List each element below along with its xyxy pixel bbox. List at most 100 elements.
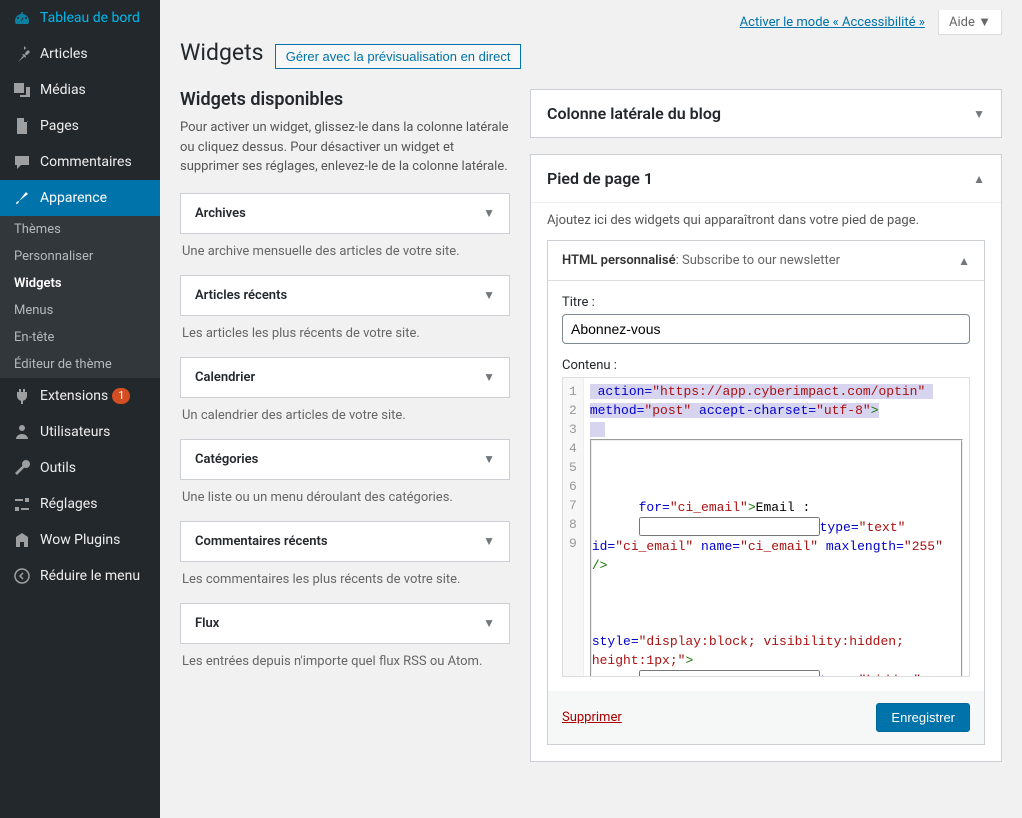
available-widget-desc: Les articles les plus récents de votre s…: [180, 326, 510, 357]
sidebar-item-label: Tableau de bord: [40, 10, 140, 26]
available-widget-name: Commentaires récents: [195, 534, 328, 549]
sidebar-item-label: Extensions: [40, 388, 108, 404]
pages-icon: [12, 116, 32, 136]
chevron-down-icon: ▼: [483, 206, 495, 220]
sidebar-item-comments[interactable]: Commentaires: [0, 144, 160, 180]
content-label: Contenu :: [562, 358, 970, 373]
available-widget-name: Articles récents: [195, 288, 287, 303]
available-widget[interactable]: Calendrier ▼: [180, 357, 510, 398]
available-widget-head[interactable]: Commentaires récents ▼: [181, 522, 509, 561]
comment-icon: [12, 152, 32, 172]
admin-sidebar: Tableau de bord Articles Médias Pages Co…: [0, 0, 160, 818]
available-widget[interactable]: Archives ▼: [180, 193, 510, 234]
chevron-up-icon: ▲: [973, 172, 985, 186]
available-widget-head[interactable]: Calendrier ▼: [181, 358, 509, 397]
available-desc: Pour activer un widget, glissez-le dans …: [180, 118, 510, 177]
chevron-down-icon: ▼: [483, 534, 495, 548]
top-links: Activer le mode « Accessibilité » Aide ▼: [180, 10, 1002, 35]
code-editor[interactable]: 123456789 action="https://app.cyberimpac…: [562, 377, 970, 677]
available-widget-head[interactable]: Flux ▼: [181, 604, 509, 643]
sidebar-sub-menus[interactable]: Menus: [0, 297, 160, 324]
page-title: Widgets: [180, 39, 263, 66]
save-button[interactable]: Enregistrer: [876, 703, 970, 732]
sidebar-item-wow[interactable]: Wow Plugins: [0, 522, 160, 558]
sidebar-sub-customize[interactable]: Personnaliser: [0, 243, 160, 270]
media-icon: [12, 80, 32, 100]
chevron-down-icon: ▼: [973, 107, 985, 121]
widget-areas-column: Colonne latérale du blog ▼ Pied de page …: [530, 89, 1002, 778]
available-widget[interactable]: Commentaires récents ▼: [180, 521, 510, 562]
sidebar-item-label: Commentaires: [40, 154, 132, 170]
available-widget-name: Archives: [195, 206, 246, 221]
chevron-down-icon: ▼: [483, 452, 495, 466]
sidebar-sub-editor[interactable]: Éditeur de thème: [0, 351, 160, 378]
available-widget[interactable]: Flux ▼: [180, 603, 510, 644]
area-footer1-title: Pied de page 1: [547, 169, 653, 188]
area-footer1-head[interactable]: Pied de page 1 ▲: [531, 155, 1001, 203]
available-widget-name: Flux: [195, 616, 219, 631]
live-preview-button[interactable]: Gérer avec la prévisualisation en direct: [275, 44, 522, 69]
area-blog-sidebar: Colonne latérale du blog ▼: [530, 89, 1002, 138]
sidebar-item-users[interactable]: Utilisateurs: [0, 414, 160, 450]
sliders-icon: [12, 494, 32, 514]
sidebar-item-label: Articles: [40, 46, 88, 62]
sidebar-item-settings[interactable]: Réglages: [0, 486, 160, 522]
plugin-icon: [12, 386, 32, 406]
sidebar-item-label: Utilisateurs: [40, 424, 110, 440]
available-widget-desc: Les commentaires les plus récents de vot…: [180, 572, 510, 603]
title-input[interactable]: [562, 314, 970, 344]
code-gutter: 123456789: [563, 378, 584, 676]
sidebar-item-posts[interactable]: Articles: [0, 36, 160, 72]
available-widget-head[interactable]: Articles récents▼: [181, 276, 509, 315]
sidebar-item-label: Outils: [40, 460, 76, 476]
sidebar-item-tools[interactable]: Outils: [0, 450, 160, 486]
available-widget-name: Catégories: [195, 452, 258, 467]
available-widget-name: Calendrier: [195, 370, 255, 385]
area-blog-title: Colonne latérale du blog: [547, 104, 721, 123]
area-footer1-desc: Ajoutez ici des widgets qui apparaîtront…: [547, 213, 985, 228]
available-title: Widgets disponibles: [180, 89, 510, 110]
sidebar-item-pages[interactable]: Pages: [0, 108, 160, 144]
wrench-icon: [12, 458, 32, 478]
sidebar-sub-header[interactable]: En-tête: [0, 324, 160, 351]
widget-title: HTML personnalisé: Subscribe to our news…: [562, 253, 840, 268]
available-widget-desc: Une liste ou un menu déroulant des catég…: [180, 490, 510, 521]
sidebar-item-appearance[interactable]: Apparence: [0, 180, 160, 216]
sidebar-item-collapse[interactable]: Réduire le menu: [0, 558, 160, 594]
sidebar-item-label: Médias: [40, 82, 86, 98]
title-label: Titre :: [562, 295, 970, 310]
sidebar-item-plugins[interactable]: Extensions 1: [0, 378, 160, 414]
delete-link[interactable]: Supprimer: [562, 710, 622, 725]
available-widget-head[interactable]: Catégories ▼: [181, 440, 509, 479]
available-widget-head[interactable]: Archives ▼: [181, 194, 509, 233]
plugin-badge: 1: [112, 388, 130, 404]
widget-custom-html: HTML personnalisé: Subscribe to our news…: [547, 240, 985, 745]
help-button[interactable]: Aide ▼: [938, 10, 1002, 35]
sidebar-item-label: Pages: [40, 118, 79, 134]
sidebar-sub-widgets[interactable]: Widgets: [0, 270, 160, 297]
accessibility-link[interactable]: Activer le mode « Accessibilité »: [740, 15, 925, 30]
available-widget[interactable]: Catégories ▼: [180, 439, 510, 480]
collapse-icon: [12, 566, 32, 586]
available-widget-desc: Un calendrier des articles de votre site…: [180, 408, 510, 439]
chevron-down-icon: ▼: [483, 616, 495, 630]
area-footer1: Pied de page 1 ▲ Ajoutez ici des widgets…: [530, 154, 1002, 762]
area-blog-head[interactable]: Colonne latérale du blog ▼: [531, 90, 1001, 137]
sidebar-item-label: Réglages: [40, 496, 97, 512]
sidebar-submenu: Thèmes Personnaliser Widgets Menus En-tê…: [0, 216, 160, 378]
sidebar-item-dashboard[interactable]: Tableau de bord: [0, 0, 160, 36]
available-widget-desc: Une archive mensuelle des articles de vo…: [180, 244, 510, 275]
available-widget[interactable]: Articles récents▼: [180, 275, 510, 316]
chevron-up-icon: ▲: [958, 254, 970, 268]
widget-head[interactable]: HTML personnalisé: Subscribe to our news…: [548, 241, 984, 281]
pin-icon: [12, 44, 32, 64]
user-icon: [12, 422, 32, 442]
dashboard-icon: [12, 8, 32, 28]
sidebar-item-label: Wow Plugins: [40, 532, 120, 548]
code-content[interactable]: action="https://app.cyberimpact.com/opti…: [584, 378, 969, 676]
brush-icon: [12, 188, 32, 208]
chevron-down-icon: ▼: [483, 370, 495, 384]
sidebar-sub-themes[interactable]: Thèmes: [0, 216, 160, 243]
sidebar-item-media[interactable]: Médias: [0, 72, 160, 108]
building-icon: [12, 530, 32, 550]
